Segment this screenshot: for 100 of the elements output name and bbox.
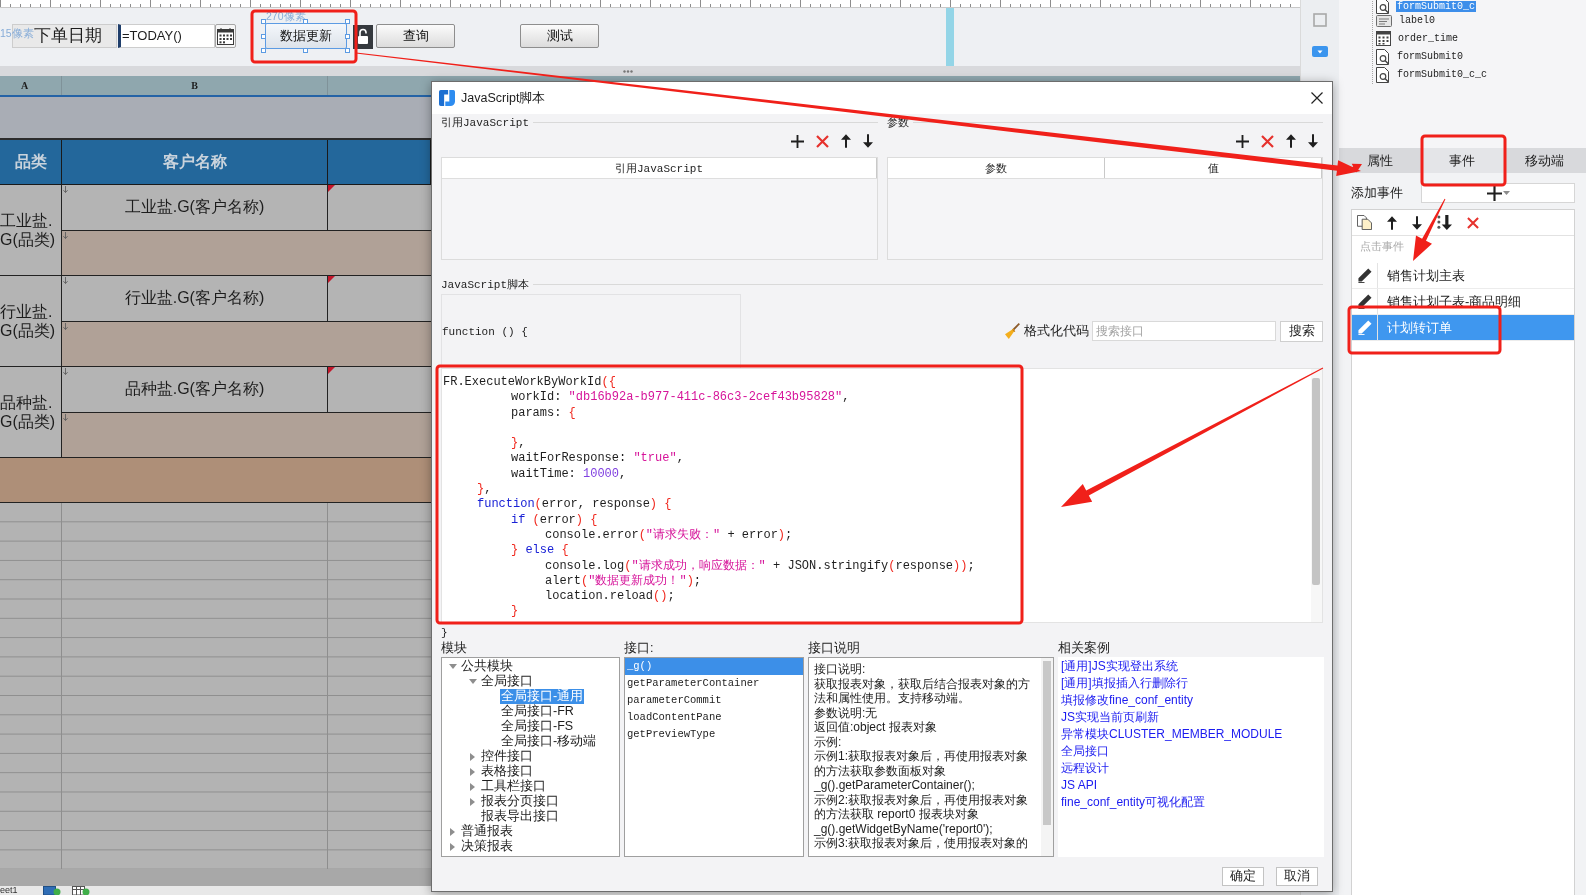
caret-right-icon[interactable] — [470, 797, 475, 806]
field-label: 添加事件 — [1351, 184, 1403, 202]
sheet-icon[interactable] — [42, 886, 61, 895]
resize-handle[interactable] — [303, 19, 308, 24]
caret-right-icon[interactable] — [470, 752, 475, 761]
tree-item[interactable]: 全局接口-FR — [500, 704, 575, 719]
app-logo-icon — [439, 90, 455, 106]
tree-item[interactable]: formSubmit0 — [1396, 51, 1464, 62]
list-item[interactable]: loadContentPane — [625, 709, 803, 726]
expand-marker-icon — [63, 323, 68, 330]
resize-handle[interactable] — [345, 48, 350, 53]
caret-down-icon[interactable] — [468, 679, 477, 684]
example-link[interactable]: fine_conf_entity可视化配置 — [1061, 794, 1206, 811]
caret-down-icon[interactable] — [448, 664, 457, 669]
form-button[interactable]: 查询 — [376, 24, 455, 48]
tree-item[interactable]: 报表分页接口 — [480, 794, 560, 809]
example-link[interactable]: JS实现当前页刷新 — [1061, 709, 1159, 726]
scrollbar[interactable] — [1312, 378, 1320, 585]
caret-right-icon[interactable] — [450, 842, 455, 851]
size-hint: 15像素 — [0, 27, 34, 39]
add-event-dropdown[interactable] — [1421, 183, 1575, 203]
tree-item[interactable]: 工具栏接口 — [480, 779, 547, 794]
resize-handle[interactable] — [345, 34, 350, 39]
form-button[interactable]: 数据更新 — [265, 23, 347, 49]
copy-icon[interactable] — [1357, 215, 1372, 230]
example-link[interactable]: [通用]填报插入行删除行 — [1061, 675, 1188, 692]
tree-item[interactable]: 全局接口-FS — [500, 719, 575, 734]
table-cell: 品种盐.G(品类) — [0, 367, 62, 458]
close-icon[interactable] — [1311, 92, 1323, 104]
description-text: 接口说明: 获取报表对象，获取后结合报表对象的方 法和属性使用。支持移动端。 参数说明:无 返回值:object 报表对象 示例: 示例1:获取报表对象后，再使用报表对象 的方法获取参数面板对象 _g().getParameterContainer(); 示例2:获取报表对象后，再使用报表对象 的方法获取 report0 报表块对象 _g().getWidgetByName('report0'); 示例3:获取报表对象后，使用报表对象的 — [813, 661, 1031, 852]
code-editor[interactable]: FR.ExecuteWorkByWorkId({ workId: "db16b92a-b977-411c-86c3-2cef43b95828", params: { }, waitForResponse: "true", waitTime: 10000, }, function(error, response) { if (error) { console.error("请求失败：" + error); } else { console.log("请求成功，响应数据：" + JSON.stringify(response)); alert("数据更新成功！"); location.reload(); } — [441, 368, 1323, 623]
arrow-down-icon[interactable] — [1412, 215, 1422, 230]
list-item[interactable]: getParameterContainer — [625, 675, 803, 692]
grip-icon[interactable] — [623, 69, 633, 73]
example-link[interactable]: 填报修改fine_conf_entity — [1061, 692, 1194, 709]
tree-item[interactable]: 表格接口 — [480, 764, 534, 779]
section-title: 引用JavaScript — [441, 116, 529, 130]
tree-item[interactable]: 报表导出接口 — [480, 809, 560, 824]
list-item[interactable]: getPreviewType — [625, 726, 803, 743]
caret-right-icon[interactable] — [450, 827, 455, 836]
scrollbar[interactable] — [1043, 661, 1051, 825]
cross-icon[interactable] — [1261, 134, 1274, 148]
plus-icon[interactable] — [791, 134, 804, 148]
square-outline-icon[interactable] — [1313, 13, 1327, 27]
search-button[interactable]: 搜索 — [1280, 320, 1323, 342]
resize-handle[interactable] — [261, 34, 266, 39]
tab[interactable]: 事件 — [1421, 148, 1504, 173]
date-field[interactable]: =TODAY() — [118, 24, 215, 48]
caret-right-icon[interactable] — [470, 767, 475, 776]
tree-item[interactable]: 全局接口 — [480, 674, 534, 689]
resize-handle[interactable] — [345, 19, 350, 24]
tree-item[interactable]: label0 — [1398, 15, 1436, 26]
tree-item[interactable]: 普通报表 — [460, 824, 514, 839]
calendar-button[interactable] — [215, 24, 236, 48]
section-title: JavaScript脚本 — [441, 278, 529, 292]
resize-handle[interactable] — [261, 48, 266, 53]
list-item[interactable]: parameterCommit — [625, 692, 803, 709]
resize-handle[interactable] — [261, 19, 266, 24]
dialog-button[interactable]: 取消 — [1276, 867, 1318, 886]
cross-icon[interactable] — [816, 134, 829, 148]
format-code-button[interactable]: 格式化代码 — [1004, 322, 1089, 340]
plus-icon[interactable] — [1236, 134, 1249, 148]
caret-right-icon[interactable] — [470, 782, 475, 791]
cell-text: 工业盐.G(客户名称) — [124, 197, 265, 217]
example-link[interactable]: 异常模块CLUSTER_MEMBER_MODULE — [1061, 726, 1283, 743]
example-link[interactable]: JS API — [1061, 777, 1098, 794]
example-link[interactable]: 远程设计 — [1061, 760, 1109, 777]
panel-title: 相关案例 — [1058, 640, 1111, 657]
table-cell: 行业盐.G(品类) — [0, 276, 62, 367]
pencil-icon — [1357, 320, 1372, 335]
tree-item[interactable]: order_time — [1397, 33, 1459, 44]
group-label: 点击事件 — [1359, 238, 1405, 254]
arrow-up-icon[interactable] — [1387, 215, 1397, 230]
calendar-icon — [217, 27, 234, 45]
resize-handle[interactable] — [303, 48, 308, 53]
arrow-down-icon[interactable] — [863, 134, 873, 148]
tree-item[interactable]: 决策报表 — [460, 839, 514, 854]
event-item[interactable]: 销售计划主表 — [1352, 263, 1574, 289]
column-label: A — [0, 76, 62, 95]
code-suffix: } — [441, 626, 449, 640]
arrow-up-icon[interactable] — [841, 134, 851, 148]
example-link[interactable]: [通用]JS实现登出系统 — [1061, 658, 1178, 675]
arrow-up-icon[interactable] — [1286, 134, 1296, 148]
dotted-arrow-down-icon[interactable] — [1437, 215, 1452, 230]
grid-sheet-icon[interactable] — [71, 886, 90, 895]
expand-marker-icon — [63, 368, 68, 375]
example-link[interactable]: 全局接口 — [1061, 743, 1109, 760]
cross-icon[interactable] — [1467, 216, 1479, 229]
tree-item[interactable]: 控件接口 — [480, 749, 534, 764]
tree-item[interactable]: 公共模块 — [460, 659, 514, 674]
form-search-icon — [1376, 48, 1390, 65]
dialog-button[interactable]: 确定 — [1222, 867, 1264, 886]
tree-item[interactable]: 全局接口-移动端 — [500, 734, 598, 749]
tree-item[interactable]: formSubmit0_c_c — [1396, 69, 1488, 80]
form-search-icon — [1376, 66, 1390, 83]
table-cell: 工业盐.G(品类) — [0, 185, 62, 276]
dropdown-box-icon[interactable] — [1312, 46, 1328, 57]
form-button[interactable]: 测试 — [520, 24, 599, 48]
sheet-tab[interactable]: eet1 — [0, 886, 18, 895]
arrow-down-icon[interactable] — [1308, 134, 1318, 148]
